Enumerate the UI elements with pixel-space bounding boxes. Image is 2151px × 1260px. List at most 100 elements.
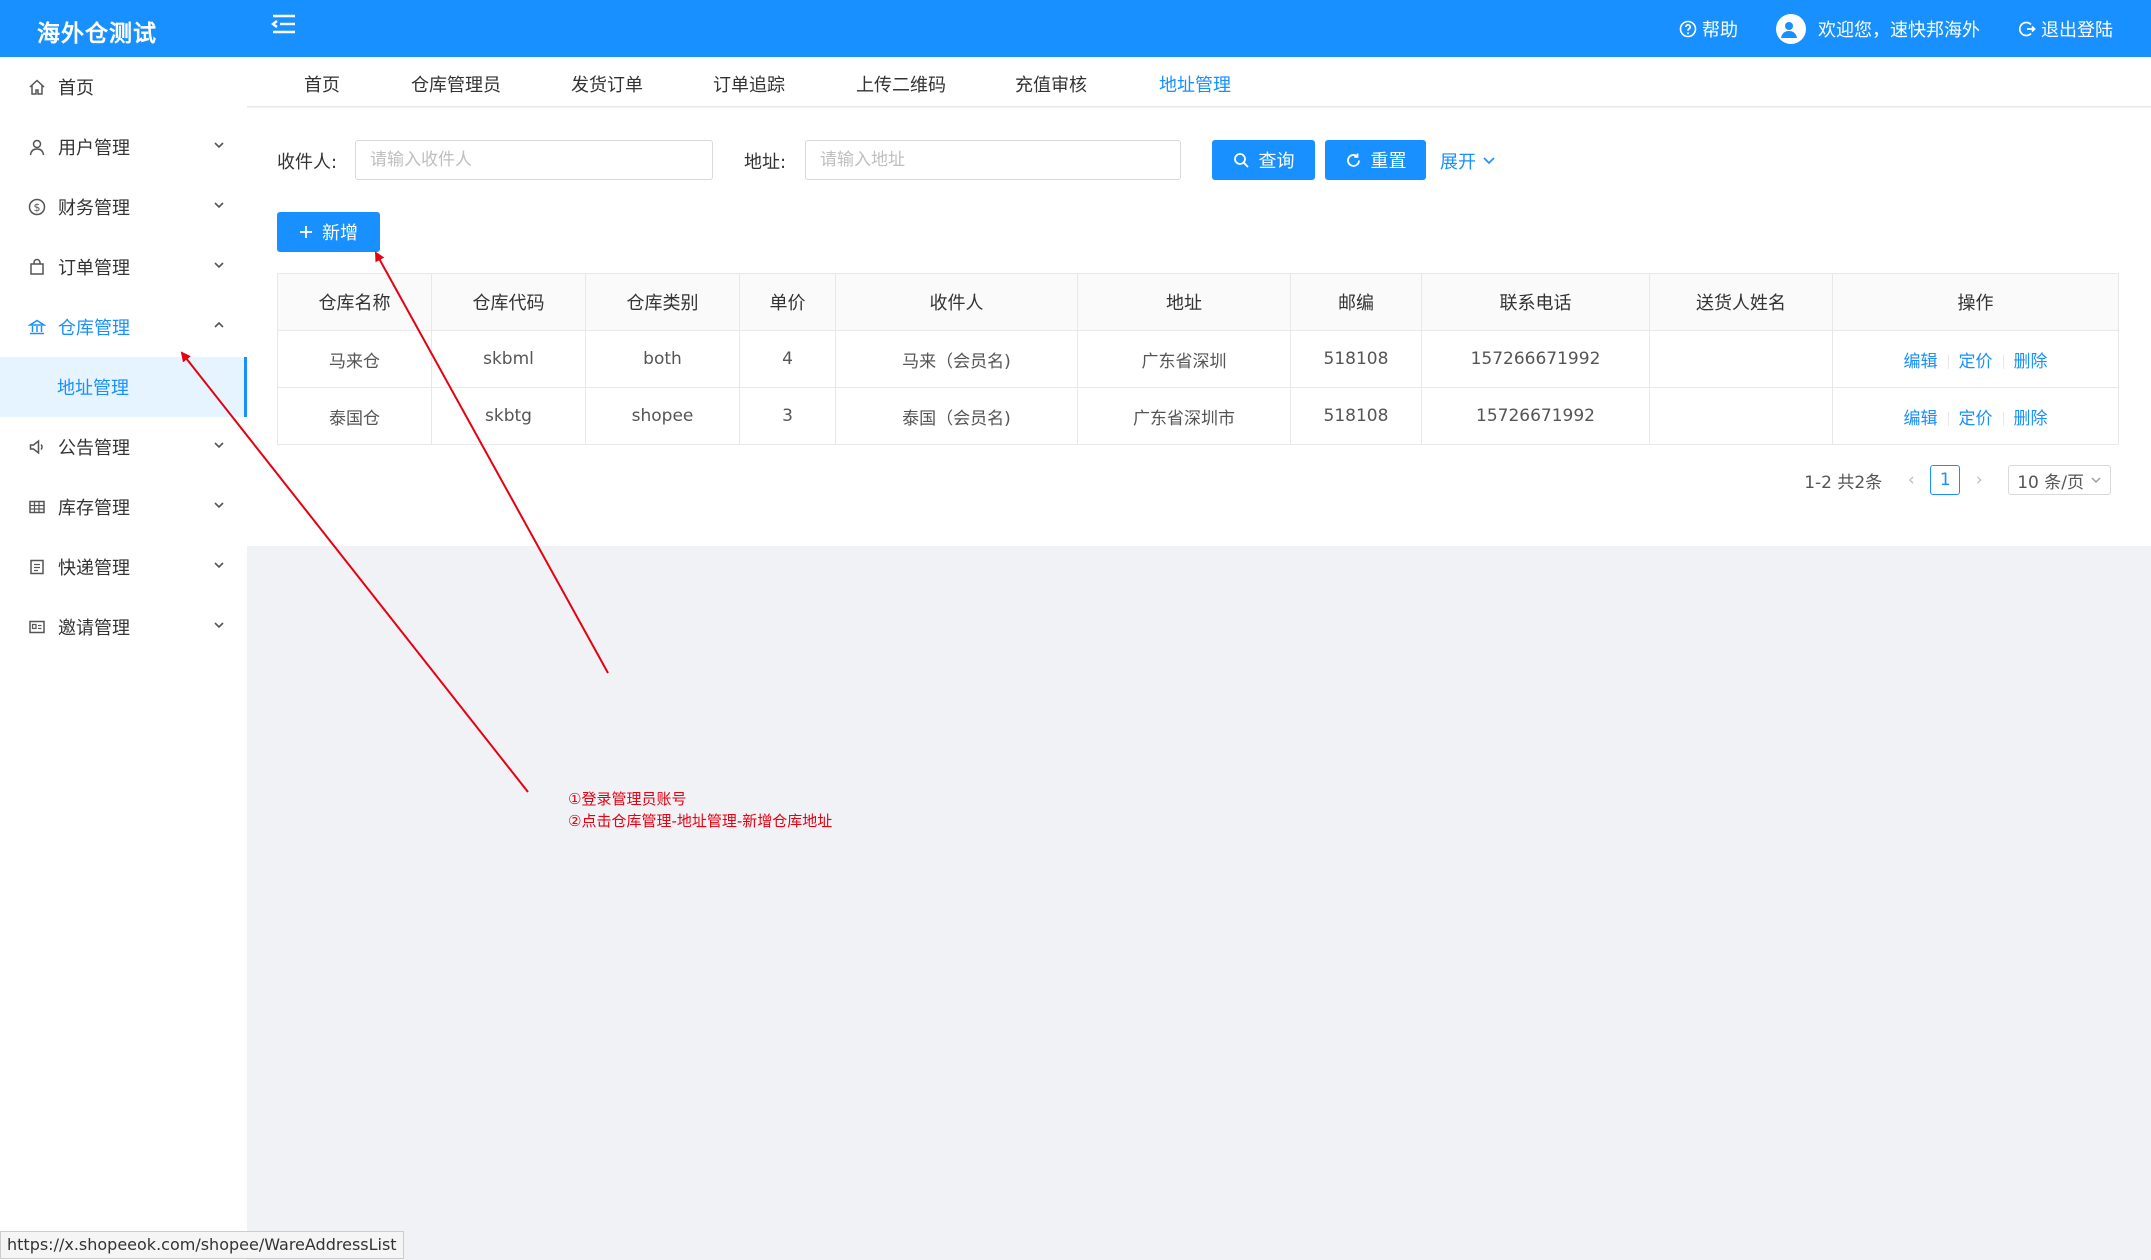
col-receiver: 收件人 bbox=[835, 273, 1078, 331]
question-icon bbox=[1679, 20, 1697, 37]
next-page-icon[interactable]: › bbox=[1968, 470, 1990, 490]
add-label: 新增 bbox=[322, 223, 358, 244]
sidebar-item-express[interactable]: 快递管理 bbox=[0, 537, 247, 597]
col-warehouse-code: 仓库代码 bbox=[431, 273, 586, 331]
chevron-down-icon bbox=[214, 562, 224, 569]
logout-link[interactable]: 退出登陆 bbox=[2018, 16, 2113, 42]
sidebar-item-label: 公告管理 bbox=[58, 438, 130, 459]
edit-link[interactable]: 编辑 bbox=[1904, 409, 1938, 429]
cell-warehouse-code: skbml bbox=[431, 330, 586, 388]
sidebar-item-inventory[interactable]: 库存管理 bbox=[0, 477, 247, 537]
plus-icon bbox=[300, 226, 312, 238]
sound-icon bbox=[28, 438, 46, 456]
sidebar-item-users[interactable]: 用户管理 bbox=[0, 117, 247, 177]
col-warehouse-type: 仓库类别 bbox=[585, 273, 740, 331]
reset-label: 重置 bbox=[1370, 151, 1407, 172]
help-link[interactable]: 帮助 bbox=[1679, 16, 1738, 42]
table-header-row: 仓库名称 仓库代码 仓库类别 单价 收件人 地址 邮编 联系电话 送货人姓名 操… bbox=[277, 273, 2119, 331]
tab-home[interactable]: 首页 bbox=[304, 57, 340, 107]
tab-warehouse-admin[interactable]: 仓库管理员 bbox=[411, 57, 501, 107]
divider bbox=[1947, 411, 1949, 426]
sidebar-item-finance[interactable]: $ 财务管理 bbox=[0, 177, 247, 237]
sidebar-item-label: 库存管理 bbox=[58, 498, 130, 519]
chevron-down-icon bbox=[214, 622, 224, 629]
page-size-label: 10 条/页 bbox=[2017, 472, 2084, 493]
sidebar-item-label: 快递管理 bbox=[58, 558, 130, 579]
cell-warehouse-name: 泰国仓 bbox=[277, 387, 432, 445]
sidebar-item-notice[interactable]: 公告管理 bbox=[0, 417, 247, 477]
delete-link[interactable]: 删除 bbox=[2014, 409, 2048, 429]
bank-icon bbox=[28, 318, 46, 336]
receiver-label: 收件人: bbox=[277, 152, 338, 173]
sidebar-item-invite[interactable]: 邀请管理 bbox=[0, 597, 247, 657]
home-icon bbox=[28, 78, 46, 96]
expand-toggle[interactable]: 展开 bbox=[1440, 148, 1496, 174]
tab-shipping-orders[interactable]: 发货订单 bbox=[571, 57, 643, 107]
sidebar-item-address[interactable]: 地址管理 bbox=[0, 357, 247, 417]
add-button[interactable]: 新增 bbox=[277, 212, 380, 252]
tab-bar: 首页 仓库管理员 发货订单 订单追踪 上传二维码 充值审核 地址管理 bbox=[247, 57, 2151, 107]
address-table: 仓库名称 仓库代码 仓库类别 单价 收件人 地址 邮编 联系电话 送货人姓名 操… bbox=[277, 273, 2119, 445]
cell-actions: 编辑 定价 删除 bbox=[1832, 387, 2119, 445]
welcome-text: 欢迎您，速快邦海外 bbox=[1818, 19, 1980, 41]
user-menu[interactable]: 欢迎您，速快邦海外 bbox=[1776, 13, 1980, 44]
delete-link[interactable]: 删除 bbox=[2014, 352, 2048, 372]
table-row: 马来仓 skbml both 4 马来（会员名) 广东省深圳 518108 15… bbox=[277, 330, 2119, 388]
idcard-icon bbox=[28, 618, 46, 636]
address-label: 地址: bbox=[744, 152, 787, 173]
bag-icon bbox=[28, 258, 46, 276]
divider bbox=[1947, 354, 1949, 369]
chevron-down-icon bbox=[1483, 157, 1495, 165]
cell-address: 广东省深圳市 bbox=[1077, 387, 1291, 445]
sidebar-item-home[interactable]: 首页 bbox=[0, 57, 247, 117]
dollar-icon: $ bbox=[28, 198, 46, 216]
page-size-select[interactable]: 10 条/页 bbox=[2008, 465, 2111, 495]
page-1-button[interactable]: 1 bbox=[1930, 465, 1961, 495]
avatar bbox=[1776, 13, 1806, 44]
table-icon bbox=[28, 498, 46, 516]
chevron-down-icon bbox=[214, 202, 224, 209]
chevron-up-icon bbox=[214, 321, 224, 328]
top-header: 海外仓测试 帮助 欢迎您，速快邦海外 退出登陆 bbox=[0, 0, 2151, 57]
sidebar-item-label: 地址管理 bbox=[57, 378, 129, 399]
sidebar-item-label: 首页 bbox=[58, 78, 94, 99]
col-deliverer: 送货人姓名 bbox=[1649, 273, 1833, 331]
reset-button[interactable]: 重置 bbox=[1325, 140, 1426, 180]
menu-fold-icon[interactable] bbox=[270, 12, 298, 38]
tab-upload-qrcode[interactable]: 上传二维码 bbox=[856, 57, 946, 107]
search-icon bbox=[1233, 152, 1249, 168]
pagination: 1-2 共2条 ‹ 1 › 10 条/页 bbox=[1804, 465, 2111, 495]
cell-warehouse-type: both bbox=[585, 330, 740, 388]
cell-deliverer bbox=[1649, 387, 1833, 445]
annotation-step-1: ①登录管理员账号 bbox=[568, 790, 687, 808]
receiver-input[interactable] bbox=[355, 140, 713, 180]
annotation-text: ①登录管理员账号 ②点击仓库管理-地址管理-新增仓库地址 bbox=[568, 788, 832, 832]
prev-page-icon[interactable]: ‹ bbox=[1900, 470, 1922, 490]
chevron-down-icon bbox=[214, 502, 224, 509]
address-input[interactable] bbox=[805, 140, 1181, 180]
tab-recharge-review[interactable]: 充值审核 bbox=[1015, 57, 1087, 107]
sidebar-item-label: 邀请管理 bbox=[58, 618, 130, 639]
tab-address-management[interactable]: 地址管理 bbox=[1159, 57, 1231, 107]
cell-warehouse-code: skbtg bbox=[431, 387, 586, 445]
query-button[interactable]: 查询 bbox=[1212, 140, 1315, 180]
divider bbox=[2002, 411, 2004, 426]
cell-receiver: 泰国（会员名) bbox=[835, 387, 1078, 445]
sidebar-item-warehouse[interactable]: 仓库管理 bbox=[0, 297, 247, 357]
divider bbox=[2002, 354, 2004, 369]
chevron-down-icon bbox=[214, 262, 224, 269]
tab-order-tracking[interactable]: 订单追踪 bbox=[713, 57, 785, 107]
logout-icon bbox=[2019, 21, 2036, 36]
sidebar-item-orders[interactable]: 订单管理 bbox=[0, 237, 247, 297]
cell-warehouse-name: 马来仓 bbox=[277, 330, 432, 388]
expand-label: 展开 bbox=[1440, 152, 1476, 173]
edit-link[interactable]: 编辑 bbox=[1904, 352, 1938, 372]
pagination-total: 1-2 共2条 bbox=[1804, 472, 1883, 493]
sidebar-item-label: 订单管理 bbox=[58, 258, 130, 279]
cell-unit-price: 4 bbox=[739, 330, 836, 388]
pricing-link[interactable]: 定价 bbox=[1959, 409, 1993, 429]
logout-label: 退出登陆 bbox=[2041, 19, 2113, 41]
user-icon bbox=[28, 138, 46, 156]
cell-actions: 编辑 定价 删除 bbox=[1832, 330, 2119, 388]
pricing-link[interactable]: 定价 bbox=[1959, 352, 1993, 372]
